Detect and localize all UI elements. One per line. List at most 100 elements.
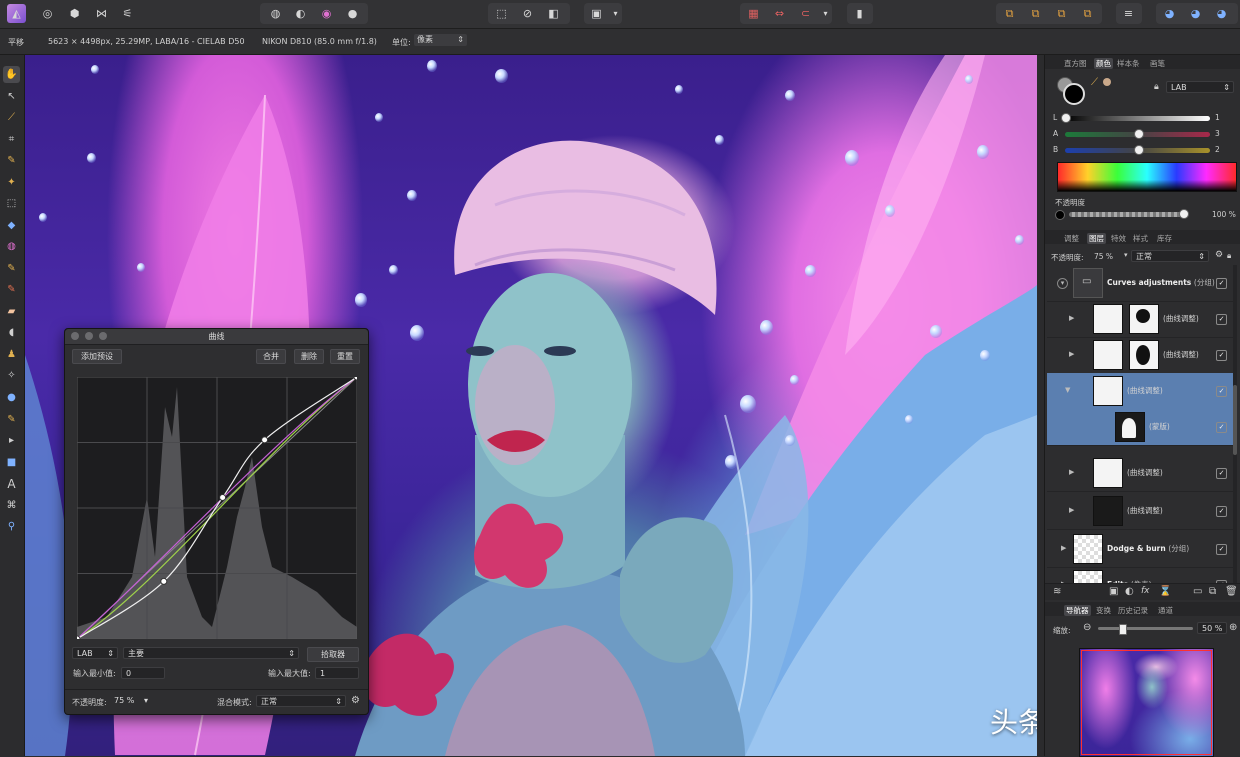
adjustment-icon[interactable]: ◐ (1125, 586, 1134, 597)
layer-blend-select[interactable]: 正常 ⇕ (1131, 250, 1209, 262)
tab-brushes[interactable]: 画笔 (1150, 58, 1165, 69)
move-tool-icon[interactable]: ↖ (3, 88, 20, 105)
layers-scrollbar-thumb[interactable] (1233, 385, 1237, 455)
crop-tool-icon[interactable]: ⌗ (3, 131, 20, 148)
layer-opacity-value[interactable]: 75 % (1094, 252, 1113, 261)
layer-visibility-checkbox[interactable]: ✓ (1216, 386, 1227, 397)
tab-histogram[interactable]: 直方图 (1064, 58, 1087, 69)
deselect-icon[interactable]: ⊘ (518, 4, 537, 23)
invert-selection-icon[interactable]: ◧ (544, 4, 563, 23)
layer-row[interactable]: ▶ (曲线调整) ✓ (1047, 493, 1235, 530)
layer-row[interactable]: ▶ (曲线调整) ✓ (1047, 301, 1235, 338)
layer-row[interactable]: ▶ (曲线调整) ✓ (1047, 455, 1235, 492)
move-forward-icon[interactable]: ⧉ (1052, 4, 1071, 23)
channel-l-knob[interactable] (1061, 113, 1071, 123)
blemish-tool-icon[interactable]: ✧ (3, 367, 20, 384)
text-tool-icon[interactable]: A (3, 475, 20, 492)
move-front-icon[interactable]: ⧉ (1078, 4, 1097, 23)
folder-icon[interactable]: ▭ (1193, 586, 1202, 597)
tab-navigator[interactable]: 导航器 (1064, 605, 1091, 616)
channel-b-slider[interactable] (1065, 145, 1210, 155)
chevron-down-icon[interactable]: ▾ (816, 4, 835, 23)
color-spectrum-picker[interactable] (1057, 162, 1237, 192)
layer-visibility-checkbox[interactable]: ✓ (1216, 468, 1227, 479)
gradient-tool-icon[interactable]: ◍ (3, 238, 20, 255)
picker-button[interactable]: 拾取器 (307, 647, 359, 662)
mesh-warp-icon[interactable]: ⌘ (3, 497, 20, 514)
pen-tool-icon[interactable]: ▸ (3, 432, 20, 449)
smudge-brush-icon[interactable]: ✎ (3, 411, 20, 428)
primary-color-swatch[interactable] (1063, 83, 1085, 105)
color-picker-tool-icon[interactable]: ⟋ (3, 109, 20, 126)
add-icon[interactable]: ◕ (1160, 4, 1179, 23)
curve-control-point[interactable] (261, 436, 269, 444)
collapse-icon[interactable]: ▾ (1057, 278, 1068, 289)
layer-visibility-checkbox[interactable]: ✓ (1216, 314, 1227, 325)
tab-adjustments[interactable]: 调整 (1064, 233, 1079, 244)
channel-a-knob[interactable] (1133, 129, 1144, 139)
zoom-slider[interactable] (1098, 624, 1193, 635)
fx-icon[interactable]: fx (1141, 586, 1150, 596)
channel-a-value[interactable]: 3 (1215, 129, 1220, 138)
fill-tool-icon[interactable]: ◆ (3, 217, 20, 234)
layer-visibility-checkbox[interactable]: ✓ (1216, 544, 1227, 555)
snapping-magnet-icon[interactable]: ⊂ (796, 4, 815, 23)
paint-brush-icon[interactable]: ✎ (3, 260, 20, 277)
rectangle-tool-icon[interactable]: ■ (3, 454, 20, 471)
channel-select[interactable]: 主要 ⇕ (123, 647, 299, 659)
selection-brush-icon[interactable]: ✎ (3, 152, 20, 169)
tab-effects[interactable]: 特效 (1111, 233, 1126, 244)
lock-icon[interactable]: 🔒︎ (1227, 251, 1231, 261)
expand-triangle-icon[interactable]: ▼ (1065, 386, 1070, 394)
input-max-field[interactable]: 1 (315, 667, 359, 679)
color-opacity-slider[interactable] (1069, 209, 1189, 219)
expand-triangle-icon[interactable]: ▶ (1069, 350, 1074, 358)
quick-mask-icon[interactable]: ▣ (587, 4, 606, 23)
zoom-field[interactable]: 50 % (1197, 622, 1227, 634)
layer-visibility-checkbox[interactable]: ✓ (1216, 506, 1227, 517)
zoom-tool-icon[interactable]: ⚲ (3, 518, 20, 535)
subtract-icon[interactable]: ◕ (1186, 4, 1205, 23)
guides-icon[interactable]: ⇔ (770, 4, 789, 23)
grid-icon[interactable]: ▦ (744, 4, 763, 23)
tone-mapping-persona-icon[interactable]: ⋈ (92, 4, 111, 23)
tab-stock[interactable]: 库存 (1157, 233, 1172, 244)
intersect-icon[interactable]: ◕ (1212, 4, 1231, 23)
layer-row[interactable]: ▶ Dodge & burn (分组) ✓ (1047, 531, 1235, 568)
live-filter-icon[interactable]: ⌛ (1159, 586, 1171, 597)
navigator-preview[interactable] (1079, 648, 1214, 757)
expand-triangle-icon[interactable]: ▶ (1061, 544, 1066, 552)
hue-icon[interactable]: ◉ (317, 4, 336, 23)
hand-tool-icon[interactable]: ✋ (3, 66, 20, 83)
zoom-in-icon[interactable]: ⊕ (1229, 622, 1237, 633)
curve-control-point[interactable] (219, 494, 227, 502)
marquee-tool-icon[interactable]: ⬚ (3, 195, 20, 212)
color-wheel-icon[interactable]: ◍ (266, 4, 285, 23)
layer-row[interactable]: ▾ ▭ Curves adjustments (分组) ✓ (1047, 265, 1235, 302)
trash-icon[interactable]: 🗑︎ (1225, 586, 1238, 597)
color-picker-icon[interactable]: ⟋ (1091, 77, 1098, 88)
channel-a-slider[interactable] (1065, 129, 1210, 139)
assistant-icon[interactable]: ▮ (850, 4, 869, 23)
tab-layers[interactable]: 图层 (1087, 233, 1106, 244)
zoom-slider-knob[interactable] (1118, 624, 1127, 635)
dodge-brush-icon[interactable]: ◖ (3, 324, 20, 341)
channel-l-value[interactable]: 1 (1215, 113, 1220, 122)
delete-button[interactable]: 删除 (294, 349, 324, 364)
zoom-out-icon[interactable]: ⊖ (1083, 622, 1091, 633)
color-replacement-icon[interactable]: ✎ (3, 281, 20, 298)
add-layer-icon[interactable]: ⧉ (1209, 586, 1216, 597)
tab-color[interactable]: 颜色 (1094, 58, 1113, 69)
tab-history[interactable]: 历史记录 (1118, 605, 1148, 616)
reset-button[interactable]: 重置 (330, 349, 360, 364)
input-min-field[interactable]: 0 (121, 667, 165, 679)
curves-title-bar[interactable]: 曲线 (65, 329, 368, 345)
liquify-persona-icon[interactable]: ◎ (38, 4, 57, 23)
channel-b-knob[interactable] (1133, 145, 1144, 155)
white-balance-icon[interactable]: ● (343, 4, 362, 23)
channel-l-slider[interactable] (1061, 113, 1210, 123)
blur-brush-icon[interactable]: ● (3, 389, 20, 406)
align-icon[interactable]: ≡ (1119, 4, 1138, 23)
expand-triangle-icon[interactable]: ▶ (1069, 468, 1074, 476)
layer-row[interactable]: ▼ (曲线调整) ✓ (1047, 373, 1235, 410)
